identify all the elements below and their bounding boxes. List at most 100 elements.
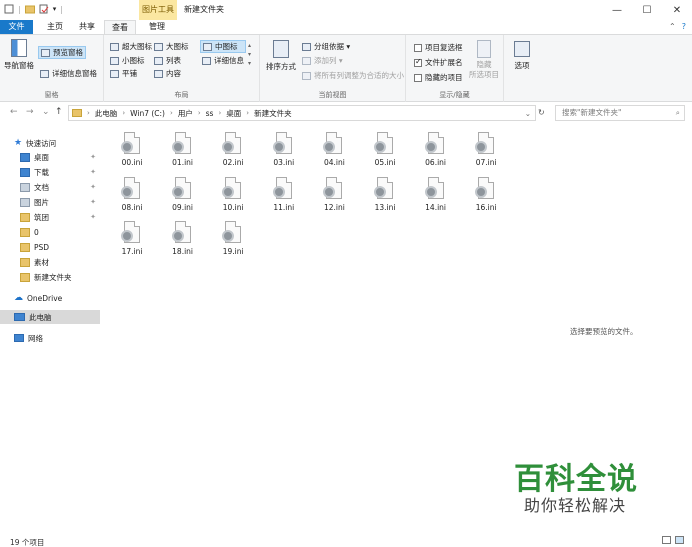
breadcrumb-separator[interactable]: › bbox=[122, 109, 125, 117]
file-item[interactable]: 09.ini bbox=[163, 176, 203, 221]
options-icon bbox=[514, 41, 530, 57]
breadcrumb-separator[interactable]: › bbox=[218, 109, 221, 117]
customize-dropdown-icon[interactable]: ▾ bbox=[53, 5, 57, 13]
file-item[interactable]: 01.ini bbox=[163, 132, 203, 176]
gear-icon bbox=[272, 141, 285, 153]
nav-item[interactable]: 图片 ✦ bbox=[20, 195, 100, 209]
search-input[interactable]: 搜索"新建文件夹" ⌕ bbox=[555, 105, 685, 121]
file-item[interactable]: 14.ini bbox=[416, 176, 456, 221]
nav-onedrive[interactable]: ☁ OneDrive bbox=[14, 291, 100, 305]
recent-locations-button[interactable]: ⌄ bbox=[42, 107, 50, 117]
layout-tiles[interactable]: 平铺 bbox=[110, 68, 137, 79]
breadcrumb-current[interactable]: 新建文件夹 bbox=[254, 108, 292, 119]
nav-pane-button[interactable]: 导航窗格 bbox=[4, 39, 34, 71]
layout-extra-large[interactable]: 超大图标 bbox=[110, 41, 152, 52]
file-item[interactable]: 17.ini bbox=[112, 221, 152, 265]
layout-content[interactable]: 内容 bbox=[154, 68, 181, 79]
nav-item[interactable]: PSD bbox=[20, 240, 100, 254]
forward-button[interactable]: → bbox=[26, 107, 34, 117]
refresh-button[interactable]: ↻ bbox=[538, 108, 545, 117]
layout-large[interactable]: 大图标 bbox=[154, 41, 189, 52]
hide-selected-button[interactable]: 隐藏 所选项目 bbox=[468, 40, 500, 80]
add-columns-button[interactable]: 添加列 ▾ bbox=[302, 55, 343, 66]
nav-item[interactable]: 新建文件夹 bbox=[20, 270, 100, 284]
breadcrumb-separator[interactable]: › bbox=[198, 109, 201, 117]
nav-quick-access[interactable]: ★ 快速访问 bbox=[14, 136, 100, 150]
nav-pane-icon bbox=[11, 39, 27, 57]
address-dropdown-icon[interactable]: ⌄ bbox=[525, 109, 531, 118]
layout-list[interactable]: 列表 bbox=[154, 55, 181, 66]
layout-medium[interactable]: 中图标 bbox=[200, 40, 246, 53]
file-item[interactable]: 10.ini bbox=[213, 176, 253, 221]
file-item[interactable]: 02.ini bbox=[213, 132, 253, 176]
file-item[interactable]: 04.ini bbox=[314, 132, 354, 176]
details-pane-label: 详细信息窗格 bbox=[52, 69, 97, 78]
chevron-up-icon[interactable]: ⌃ bbox=[669, 22, 676, 31]
file-item[interactable]: 03.ini bbox=[264, 132, 304, 176]
file-item[interactable]: 11.ini bbox=[264, 176, 304, 221]
help-icon[interactable]: ? bbox=[682, 22, 686, 31]
nav-label: PSD bbox=[34, 242, 50, 252]
nav-item[interactable]: 筑团 ✦ bbox=[20, 210, 100, 224]
preview-pane-button[interactable]: 预览窗格 bbox=[38, 46, 86, 59]
file-item[interactable]: 00.ini bbox=[112, 132, 152, 176]
up-button[interactable]: ↑ bbox=[55, 107, 63, 117]
tab-file[interactable]: 文件 bbox=[0, 20, 33, 34]
file-item[interactable]: 12.ini bbox=[314, 176, 354, 221]
maximize-button[interactable]: ☐ bbox=[632, 0, 662, 20]
options-button[interactable]: 选项 bbox=[510, 41, 534, 71]
group-by-button[interactable]: 分组依据 ▾ bbox=[302, 41, 350, 52]
close-button[interactable]: ✕ bbox=[662, 0, 692, 20]
file-item[interactable]: 07.ini bbox=[466, 132, 506, 176]
tab-share[interactable]: 共享 bbox=[74, 20, 100, 34]
file-item[interactable]: 08.ini bbox=[112, 176, 152, 221]
details-view-button[interactable] bbox=[662, 536, 671, 544]
nav-item[interactable]: 桌面 ✦ bbox=[20, 150, 100, 164]
tab-home[interactable]: 主页 bbox=[40, 20, 70, 34]
file-extensions-checkbox[interactable] bbox=[414, 57, 422, 67]
nav-network[interactable]: 网络 bbox=[14, 331, 100, 345]
address-bar[interactable]: › 此电脑 › Win7 (C:) › 用户 › ss › 桌面 › 新建文件夹… bbox=[68, 105, 536, 121]
sort-button[interactable]: 排序方式 bbox=[266, 40, 296, 72]
fit-columns-icon bbox=[302, 71, 311, 80]
extra-large-icons-icon bbox=[110, 42, 119, 51]
nav-item[interactable]: 文档 ✦ bbox=[20, 180, 100, 194]
nav-item[interactable]: 下载 ✦ bbox=[20, 165, 100, 179]
layout-small[interactable]: 小图标 bbox=[110, 55, 145, 66]
breadcrumb-separator[interactable]: › bbox=[246, 109, 249, 117]
file-extensions-toggle[interactable]: 文件扩展名 bbox=[414, 57, 463, 68]
new-folder-icon[interactable] bbox=[24, 4, 35, 14]
tab-view[interactable]: 查看 bbox=[104, 20, 136, 34]
minimize-button[interactable]: — bbox=[602, 0, 632, 20]
file-item[interactable]: 06.ini bbox=[416, 132, 456, 176]
breadcrumb-this-pc[interactable]: 此电脑 bbox=[95, 108, 118, 119]
nav-this-pc[interactable]: 此电脑 bbox=[0, 310, 100, 324]
breadcrumb-user[interactable]: ss bbox=[206, 109, 214, 118]
file-item[interactable]: 13.ini bbox=[365, 176, 405, 221]
item-checkboxes-checkbox[interactable] bbox=[414, 43, 422, 52]
breadcrumb-separator[interactable]: › bbox=[170, 109, 173, 117]
large-icons-view-button[interactable] bbox=[675, 536, 684, 544]
breadcrumb-desktop[interactable]: 桌面 bbox=[226, 108, 241, 119]
breadcrumb-users[interactable]: 用户 bbox=[178, 108, 193, 119]
file-item[interactable]: 16.ini bbox=[466, 176, 506, 221]
file-item[interactable]: 19.ini bbox=[213, 221, 253, 265]
properties-icon[interactable] bbox=[4, 4, 14, 14]
nav-item[interactable]: 0 bbox=[20, 225, 100, 239]
layout-scroll-icon[interactable]: ▴ ▾ ▾ bbox=[248, 41, 251, 68]
hidden-items-checkbox[interactable] bbox=[414, 73, 422, 82]
details-pane-button[interactable]: 详细信息窗格 bbox=[40, 68, 97, 79]
file-item[interactable]: 18.ini bbox=[163, 221, 203, 265]
layout-details[interactable]: 详细信息 bbox=[202, 55, 244, 66]
file-item[interactable]: 05.ini bbox=[365, 132, 405, 176]
breadcrumb-drive[interactable]: Win7 (C:) bbox=[130, 109, 165, 118]
file-name: 18.ini bbox=[172, 247, 194, 256]
undo-icon[interactable] bbox=[39, 4, 49, 14]
hidden-items-toggle[interactable]: 隐藏的项目 bbox=[414, 72, 463, 83]
back-button[interactable]: ← bbox=[10, 107, 18, 117]
nav-item[interactable]: 素材 bbox=[20, 255, 100, 269]
fit-columns-button[interactable]: 将所有列调整为合适的大小 bbox=[302, 70, 404, 81]
breadcrumb-separator[interactable]: › bbox=[87, 109, 90, 117]
item-checkboxes-toggle[interactable]: 项目复选框 bbox=[414, 42, 463, 53]
tab-manage[interactable]: 管理 bbox=[138, 20, 176, 34]
